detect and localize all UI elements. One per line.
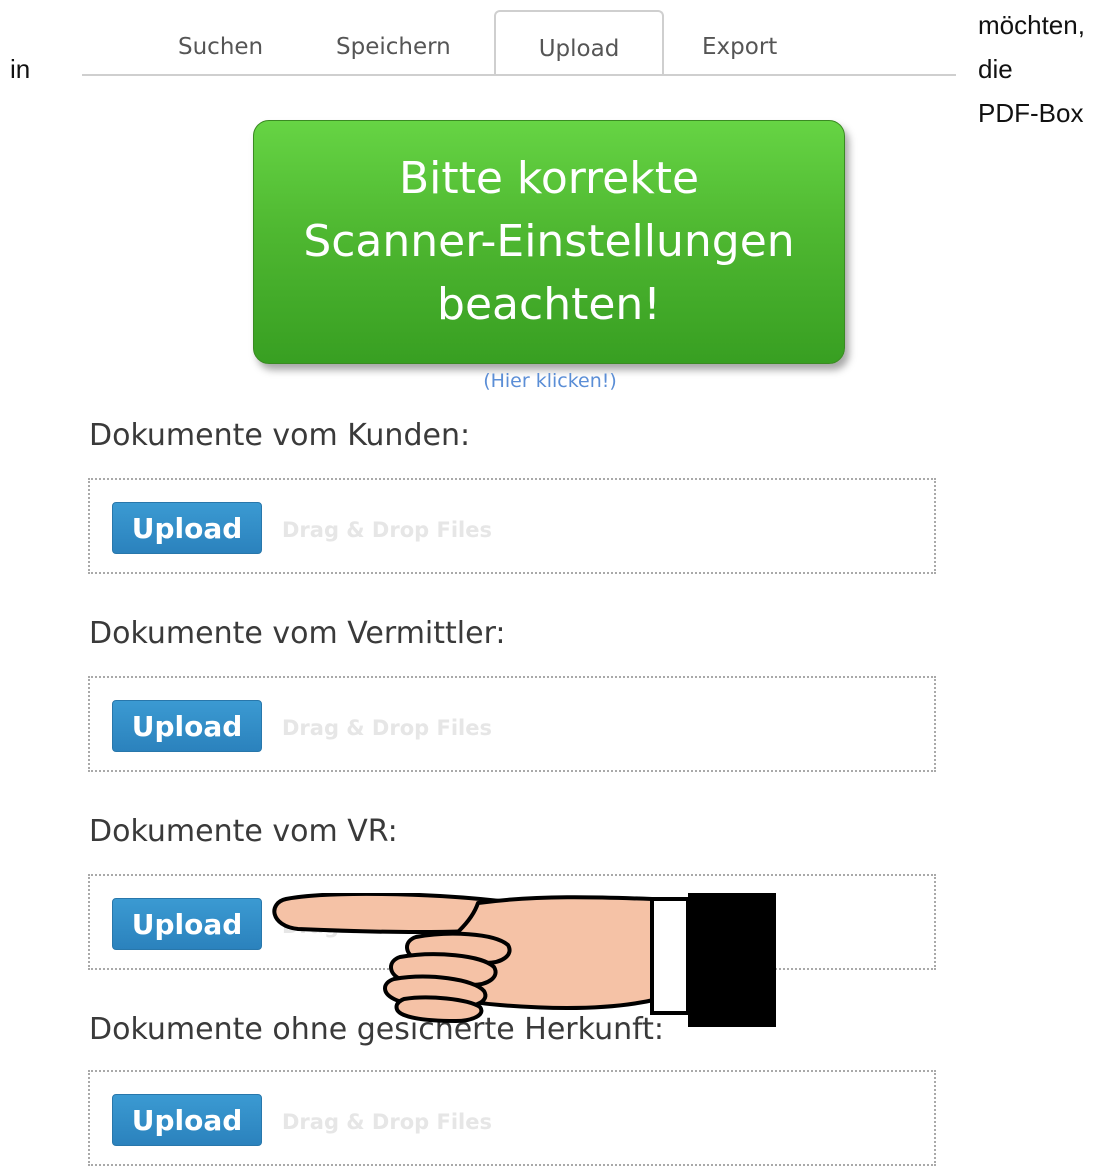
tab-suchen[interactable]: Suchen [178,34,263,60]
scanner-settings-banner[interactable]: Bitte korrekte Scanner-Einstellungen bea… [253,120,845,364]
tab-upload[interactable]: Upload [494,10,664,74]
side-text-right-line: die [978,54,1013,84]
drag-drop-label: Drag & Drop Files [282,1110,492,1134]
drag-drop-label: Drag & Drop Files [282,518,492,542]
dropzone-vermittler[interactable]: Upload Drag & Drop Files [88,676,936,772]
section-title-kunden: Dokumente vom Kunden: [89,418,471,453]
banner-line: Bitte korrekte [398,153,700,204]
banner-line: Scanner-Einstellungen [303,216,795,267]
side-text-right-line: PDF-Box [978,98,1084,128]
tab-bar-divider [82,74,956,76]
pointing-hand-icon [272,893,776,1027]
side-text-right-line: möchten, [978,10,1085,40]
upload-button[interactable]: Upload [112,502,262,554]
section-title-vermittler: Dokumente vom Vermittler: [89,616,506,651]
tab-export[interactable]: Export [702,34,777,60]
tab-bar: Suchen Speichern Upload Export [82,10,956,76]
upload-button[interactable]: Upload [112,1094,262,1146]
banner-line: beachten! [437,279,661,330]
side-text-left: in [10,54,31,84]
dropzone-kunden[interactable]: Upload Drag & Drop Files [88,478,936,574]
section-title-vr: Dokumente vom VR: [89,814,398,849]
upload-button[interactable]: Upload [112,700,262,752]
upload-button[interactable]: Upload [112,898,262,950]
drag-drop-label: Drag & Drop Files [282,716,492,740]
click-here-link[interactable]: (Hier klicken!) [0,370,1100,392]
tab-speichern[interactable]: Speichern [336,34,451,60]
dropzone-herkunft[interactable]: Upload Drag & Drop Files [88,1070,936,1166]
